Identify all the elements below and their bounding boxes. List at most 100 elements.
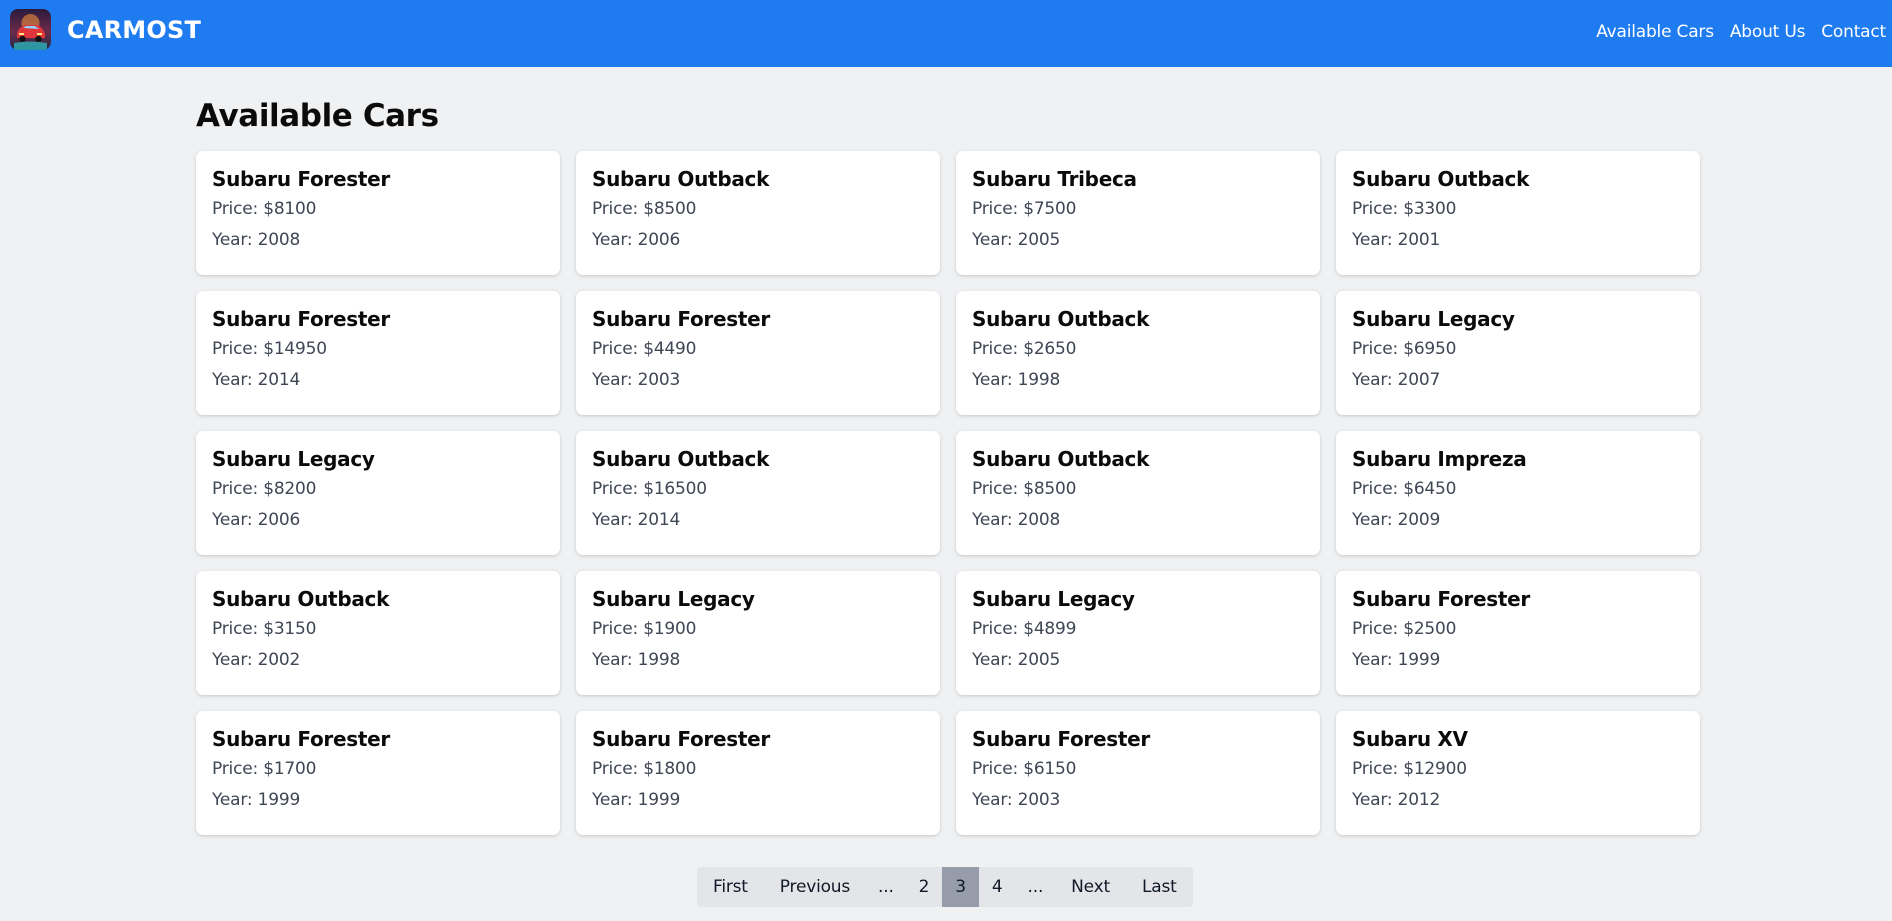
car-year: Year: 2008 (212, 230, 301, 250)
car-price: Price: $8100 (212, 199, 317, 219)
car-year: Year: 2014 (212, 370, 301, 390)
car-name: Subaru Legacy (972, 587, 1135, 611)
car-card[interactable]: Subaru Forester Price: $1700 Year: 1999 (196, 711, 560, 835)
nav-about-us[interactable]: About Us (1730, 22, 1806, 42)
car-name: Subaru Outback (1352, 167, 1530, 191)
car-year: Year: 2003 (592, 370, 681, 390)
pagination-last-button[interactable]: Last (1125, 867, 1193, 907)
car-price: Price: $2500 (1352, 619, 1457, 639)
car-name: Subaru XV (1352, 727, 1468, 751)
car-card[interactable]: Subaru Outback Price: $3150 Year: 2002 (196, 571, 560, 695)
car-card[interactable]: Subaru Legacy Price: $4899 Year: 2005 (956, 571, 1320, 695)
car-year: Year: 2001 (1352, 230, 1441, 250)
car-price: Price: $8500 (592, 199, 697, 219)
car-name: Subaru Forester (592, 727, 770, 751)
car-year: Year: 2002 (212, 650, 301, 670)
car-year: Year: 2006 (212, 510, 301, 530)
car-card[interactable]: Subaru Legacy Price: $8200 Year: 2006 (196, 431, 560, 555)
car-price: Price: $8200 (212, 479, 317, 499)
car-name: Subaru Forester (212, 167, 390, 191)
car-card[interactable]: Subaru XV Price: $12900 Year: 2012 (1336, 711, 1700, 835)
car-name: Subaru Outback (592, 167, 770, 191)
car-name: Subaru Outback (212, 587, 390, 611)
car-year: Year: 2006 (592, 230, 681, 250)
car-year: Year: 2008 (972, 510, 1061, 530)
car-price: Price: $4490 (592, 339, 697, 359)
car-year: Year: 1999 (212, 790, 301, 810)
car-card[interactable]: Subaru Outback Price: $16500 Year: 2014 (576, 431, 940, 555)
car-year: Year: 2005 (972, 650, 1061, 670)
pagination-next-button[interactable]: Next (1055, 867, 1126, 907)
car-year: Year: 1998 (592, 650, 681, 670)
car-name: Subaru Forester (212, 307, 390, 331)
car-name: Subaru Forester (212, 727, 390, 751)
car-logo-icon[interactable] (10, 9, 51, 50)
nav-contact[interactable]: Contact (1821, 22, 1886, 42)
car-card[interactable]: Subaru Forester Price: $2500 Year: 1999 (1336, 571, 1700, 695)
car-card[interactable]: Subaru Outback Price: $8500 Year: 2008 (956, 431, 1320, 555)
car-price: Price: $1900 (592, 619, 697, 639)
pagination-ellipsis: ... (866, 867, 906, 907)
car-name: Subaru Legacy (1352, 307, 1515, 331)
car-name: Subaru Outback (972, 307, 1150, 331)
car-year: Year: 1998 (972, 370, 1061, 390)
car-card[interactable]: Subaru Tribeca Price: $7500 Year: 2005 (956, 151, 1320, 275)
car-price: Price: $6950 (1352, 339, 1457, 359)
car-year: Year: 2009 (1352, 510, 1441, 530)
pagination-page-2[interactable]: 2 (905, 867, 943, 907)
car-price: Price: $2650 (972, 339, 1077, 359)
pagination-current-page[interactable]: 3 (942, 867, 979, 907)
car-name: Subaru Forester (1352, 587, 1530, 611)
pagination-first-button[interactable]: First (697, 867, 764, 907)
car-name: Subaru Tribeca (972, 167, 1137, 191)
car-card[interactable]: Subaru Outback Price: $2650 Year: 1998 (956, 291, 1320, 415)
pagination: First Previous... 2 3 4... Next Last (697, 867, 1193, 907)
pagination-page-4[interactable]: 4 (978, 867, 1016, 907)
car-year: Year: 2012 (1352, 790, 1441, 810)
car-card[interactable]: Subaru Forester Price: $14950 Year: 2014 (196, 291, 560, 415)
car-name: Subaru Forester (972, 727, 1150, 751)
car-card[interactable]: Subaru Impreza Price: $6450 Year: 2009 (1336, 431, 1700, 555)
car-name: Subaru Outback (592, 447, 770, 471)
car-year: Year: 2005 (972, 230, 1061, 250)
car-price: Price: $16500 (592, 479, 707, 499)
main-nav: Available Cars About Us Contact (1580, 22, 1886, 42)
car-card[interactable]: Subaru Legacy Price: $6950 Year: 2007 (1336, 291, 1700, 415)
car-price: Price: $6450 (1352, 479, 1457, 499)
pagination-previous-button[interactable]: Previous (763, 867, 867, 907)
car-price: Price: $8500 (972, 479, 1077, 499)
car-card[interactable]: Subaru Outback Price: $8500 Year: 2006 (576, 151, 940, 275)
car-year: Year: 2014 (592, 510, 681, 530)
car-name: Subaru Legacy (592, 587, 755, 611)
car-card[interactable]: Subaru Forester Price: $4490 Year: 2003 (576, 291, 940, 415)
car-price: Price: $7500 (972, 199, 1077, 219)
car-price: Price: $1700 (212, 759, 317, 779)
brand[interactable]: CARMOST (10, 9, 201, 50)
car-price: Price: $12900 (1352, 759, 1467, 779)
car-card[interactable]: Subaru Forester Price: $6150 Year: 2003 (956, 711, 1320, 835)
car-price: Price: $14950 (212, 339, 327, 359)
car-card[interactable]: Subaru Outback Price: $3300 Year: 2001 (1336, 151, 1700, 275)
main-content: Available Cars Subaru Forester Price: $81… (196, 67, 1700, 835)
car-grid: Subaru Forester Price: $8100 Year: 2008 Sub… (196, 151, 1700, 835)
car-card[interactable]: Subaru Forester Price: $1800 Year: 1999 (576, 711, 940, 835)
car-year: Year: 2003 (972, 790, 1061, 810)
car-card[interactable]: Subaru Forester Price: $8100 Year: 2008 (196, 151, 560, 275)
car-price: Price: $6150 (972, 759, 1077, 779)
car-name: Subaru Legacy (212, 447, 375, 471)
pagination-ellipsis: ... (1015, 867, 1056, 907)
car-price: Price: $4899 (972, 619, 1077, 639)
car-price: Price: $3150 (212, 619, 317, 639)
car-name: Subaru Forester (592, 307, 770, 331)
top-nav-bar: CARMOST Available Cars About Us Contact (0, 0, 1892, 67)
car-year: Year: 2007 (1352, 370, 1441, 390)
nav-available-cars[interactable]: Available Cars (1596, 22, 1714, 42)
car-card[interactable]: Subaru Legacy Price: $1900 Year: 1998 (576, 571, 940, 695)
brand-name[interactable]: CARMOST (67, 16, 201, 44)
page-title: Available Cars (196, 98, 439, 134)
car-year: Year: 1999 (592, 790, 681, 810)
car-year: Year: 1999 (1352, 650, 1441, 670)
car-name: Subaru Impreza (1352, 447, 1527, 471)
car-name: Subaru Outback (972, 447, 1150, 471)
car-price: Price: $1800 (592, 759, 697, 779)
